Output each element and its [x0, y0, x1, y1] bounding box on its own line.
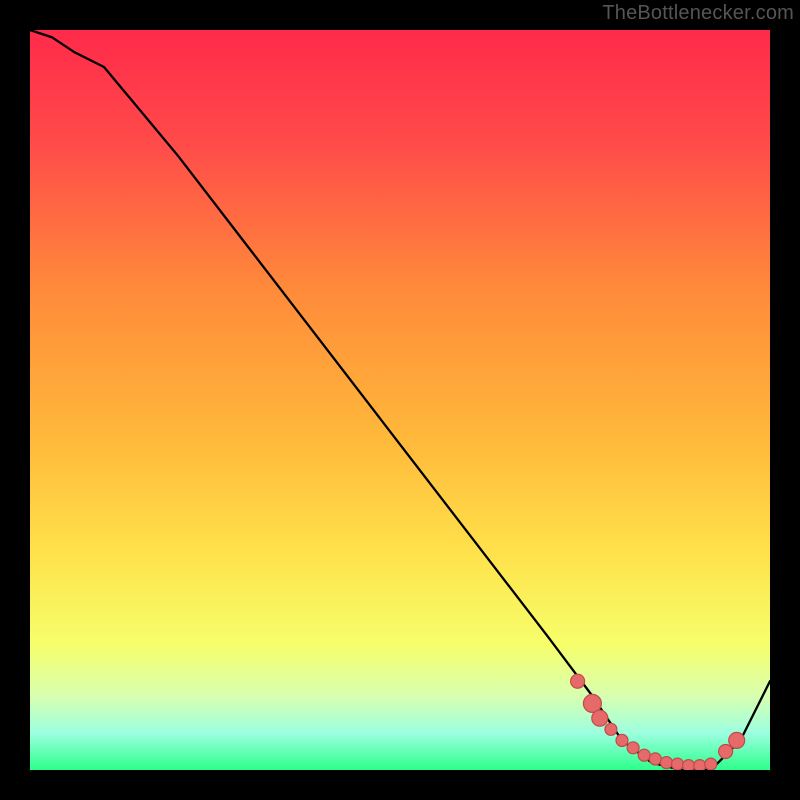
highlight-dot	[729, 732, 745, 748]
watermark-label: TheBottlenecker.com	[602, 2, 794, 25]
highlight-dot	[719, 745, 733, 759]
highlight-dot	[660, 757, 672, 769]
highlight-dot	[694, 760, 706, 770]
highlight-dots-group	[571, 674, 745, 770]
highlight-dot	[571, 674, 585, 688]
highlight-dot	[649, 753, 661, 765]
chart-frame: TheBottlenecker.com	[0, 0, 800, 800]
highlight-dot	[672, 758, 684, 770]
curve-overlay	[30, 30, 770, 770]
highlight-dot	[705, 758, 717, 770]
gradient-plot-area	[30, 30, 770, 770]
highlight-dot	[627, 742, 639, 754]
highlight-dot	[683, 760, 695, 770]
highlight-dot	[638, 749, 650, 761]
bottleneck-curve	[30, 30, 770, 770]
highlight-dot	[605, 723, 617, 735]
highlight-dot	[616, 734, 628, 746]
highlight-dot	[592, 710, 608, 726]
